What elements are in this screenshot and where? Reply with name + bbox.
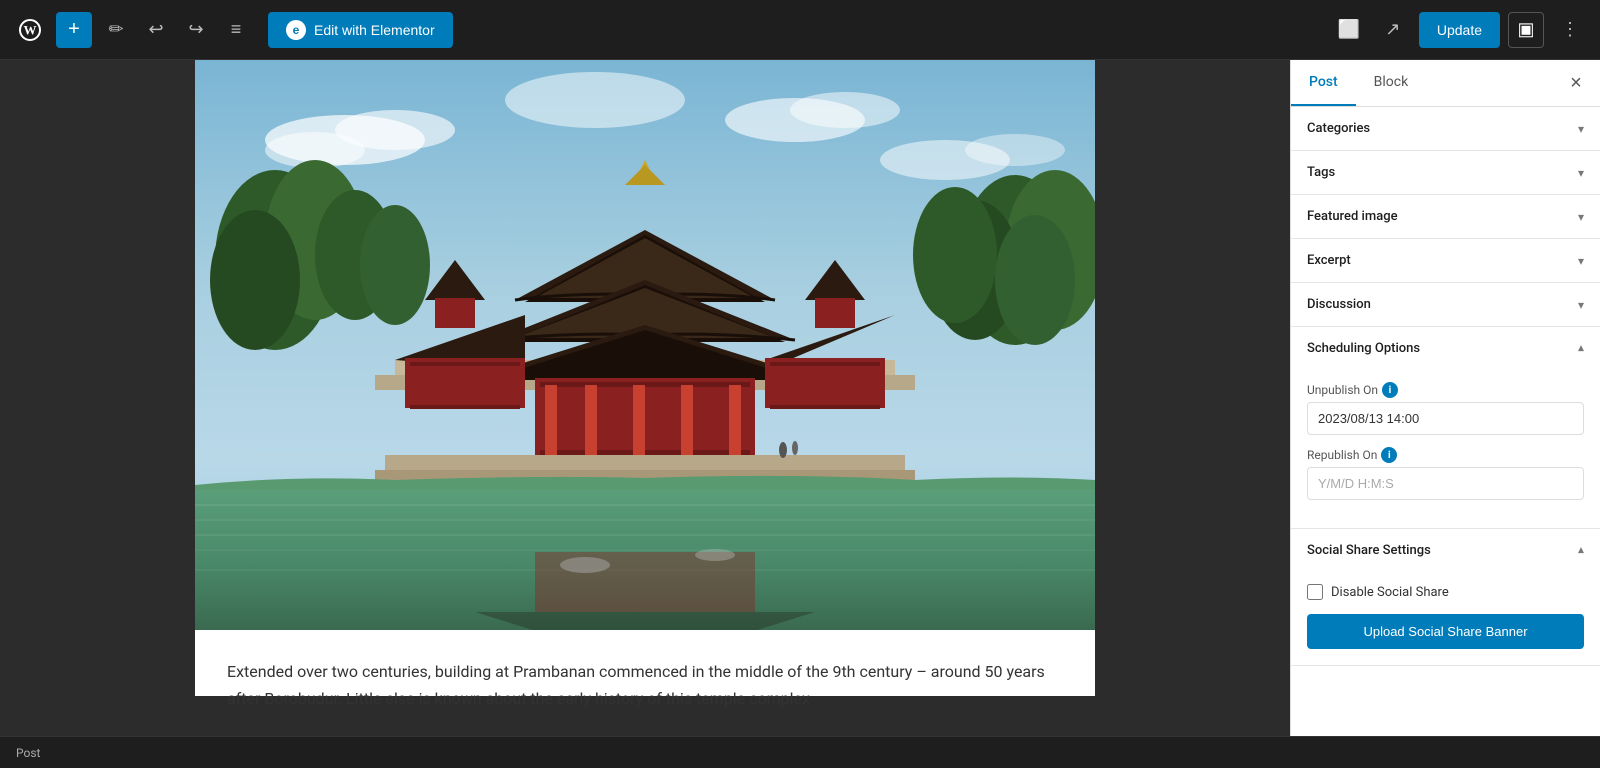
unpublish-on-label: Unpublish On i (1307, 382, 1584, 398)
chevron-down-icon: ▾ (1578, 254, 1584, 268)
topbar-right: ⬜ ↗ Update ▣ ⋮ (1331, 12, 1588, 48)
panel-social-share-settings-header[interactable]: Social Share Settings ▾ (1291, 529, 1600, 572)
panel-excerpt: Excerpt ▾ (1291, 239, 1600, 283)
close-icon: × (1570, 72, 1582, 95)
panel-excerpt-header[interactable]: Excerpt ▾ (1291, 239, 1600, 282)
disable-social-share-label[interactable]: Disable Social Share (1331, 585, 1449, 600)
main-layout: Extended over two centuries, building at… (0, 60, 1600, 736)
elementor-icon: e (286, 20, 306, 40)
wp-logo: W (12, 12, 48, 48)
chevron-down-icon: ▾ (1578, 122, 1584, 136)
list-icon: ≡ (231, 19, 242, 40)
undo-button[interactable]: ↩ (140, 14, 172, 46)
external-link-button[interactable]: ↗ (1375, 12, 1411, 48)
external-link-icon: ↗ (1385, 19, 1400, 40)
post-text: Extended over two centuries, building at… (195, 630, 1095, 712)
elementor-label: Edit with Elementor (314, 22, 435, 38)
panel-scheduling-options-body: Unpublish On i Republish On i (1291, 370, 1600, 528)
tab-block[interactable]: Block (1356, 60, 1427, 106)
featured-image (195, 60, 1095, 630)
add-block-button[interactable]: + (56, 12, 92, 48)
panel-tags-title: Tags (1307, 165, 1335, 180)
undo-icon: ↩ (148, 19, 163, 40)
panel-social-share-settings-title: Social Share Settings (1307, 543, 1431, 558)
topbar: W + ✏ ↩ ↪ ≡ e Edit with Elementor ⬜ ↗ Up… (0, 0, 1600, 60)
edit-tool-button[interactable]: ✏ (100, 14, 132, 46)
redo-button[interactable]: ↪ (180, 14, 212, 46)
panel-featured-image: Featured image ▾ (1291, 195, 1600, 239)
chevron-up-icon: ▾ (1578, 342, 1584, 356)
unpublish-on-input[interactable] (1307, 402, 1584, 435)
status-post-label: Post (16, 746, 40, 760)
chevron-up-icon: ▾ (1578, 544, 1584, 558)
panel-categories: Categories ▾ (1291, 107, 1600, 151)
panel-discussion-title: Discussion (1307, 297, 1371, 312)
republish-on-input[interactable] (1307, 467, 1584, 500)
unpublish-on-info-icon[interactable]: i (1382, 382, 1398, 398)
svg-text:W: W (24, 22, 37, 37)
status-bar: Post (0, 736, 1600, 768)
post-content: Extended over two centuries, building at… (195, 60, 1095, 696)
content-area: Extended over two centuries, building at… (0, 60, 1290, 736)
republish-on-label: Republish On i (1307, 447, 1584, 463)
panel-tags-header[interactable]: Tags ▾ (1291, 151, 1600, 194)
disable-social-share-row: Disable Social Share (1307, 584, 1584, 600)
chevron-down-icon: ▾ (1578, 210, 1584, 224)
sidebar-toggle-button[interactable]: ▣ (1508, 12, 1544, 48)
edit-with-elementor-button[interactable]: e Edit with Elementor (268, 12, 453, 48)
plus-icon: + (68, 18, 80, 41)
panel-excerpt-title: Excerpt (1307, 253, 1351, 268)
panel-scheduling-options-header[interactable]: Scheduling Options ▾ (1291, 327, 1600, 370)
sidebar-toggle-icon: ▣ (1517, 19, 1534, 40)
update-button[interactable]: Update (1419, 12, 1500, 48)
sidebar: Post Block × Categories ▾ Tags ▾ Feature… (1290, 60, 1600, 736)
panel-featured-image-title: Featured image (1307, 209, 1398, 224)
list-view-button[interactable]: ≡ (220, 14, 252, 46)
chevron-down-icon: ▾ (1578, 166, 1584, 180)
sidebar-tabs: Post Block × (1291, 60, 1600, 107)
tab-post[interactable]: Post (1291, 60, 1356, 106)
panel-social-share-settings-body: Disable Social Share Upload Social Share… (1291, 572, 1600, 665)
desktop-view-button[interactable]: ⬜ (1331, 12, 1367, 48)
panel-scheduling-options-title: Scheduling Options (1307, 341, 1420, 356)
panel-scheduling-options: Scheduling Options ▾ Unpublish On i Repu… (1291, 327, 1600, 529)
republish-on-info-icon[interactable]: i (1381, 447, 1397, 463)
sidebar-close-button[interactable]: × (1562, 69, 1590, 97)
post-body-text: Extended over two centuries, building at… (227, 658, 1063, 712)
panel-tags: Tags ▾ (1291, 151, 1600, 195)
panel-discussion-header[interactable]: Discussion ▾ (1291, 283, 1600, 326)
desktop-icon: ⬜ (1338, 19, 1360, 40)
chevron-down-icon: ▾ (1578, 298, 1584, 312)
redo-icon: ↪ (188, 19, 203, 40)
disable-social-share-checkbox[interactable] (1307, 584, 1323, 600)
panel-social-share-settings: Social Share Settings ▾ Disable Social S… (1291, 529, 1600, 666)
panel-discussion: Discussion ▾ (1291, 283, 1600, 327)
more-options-button[interactable]: ⋮ (1552, 12, 1588, 48)
pencil-icon: ✏ (108, 19, 123, 40)
ellipsis-icon: ⋮ (1561, 19, 1579, 40)
panel-categories-header[interactable]: Categories ▾ (1291, 107, 1600, 150)
panel-categories-title: Categories (1307, 121, 1370, 136)
upload-social-share-banner-button[interactable]: Upload Social Share Banner (1307, 614, 1584, 649)
panel-featured-image-header[interactable]: Featured image ▾ (1291, 195, 1600, 238)
